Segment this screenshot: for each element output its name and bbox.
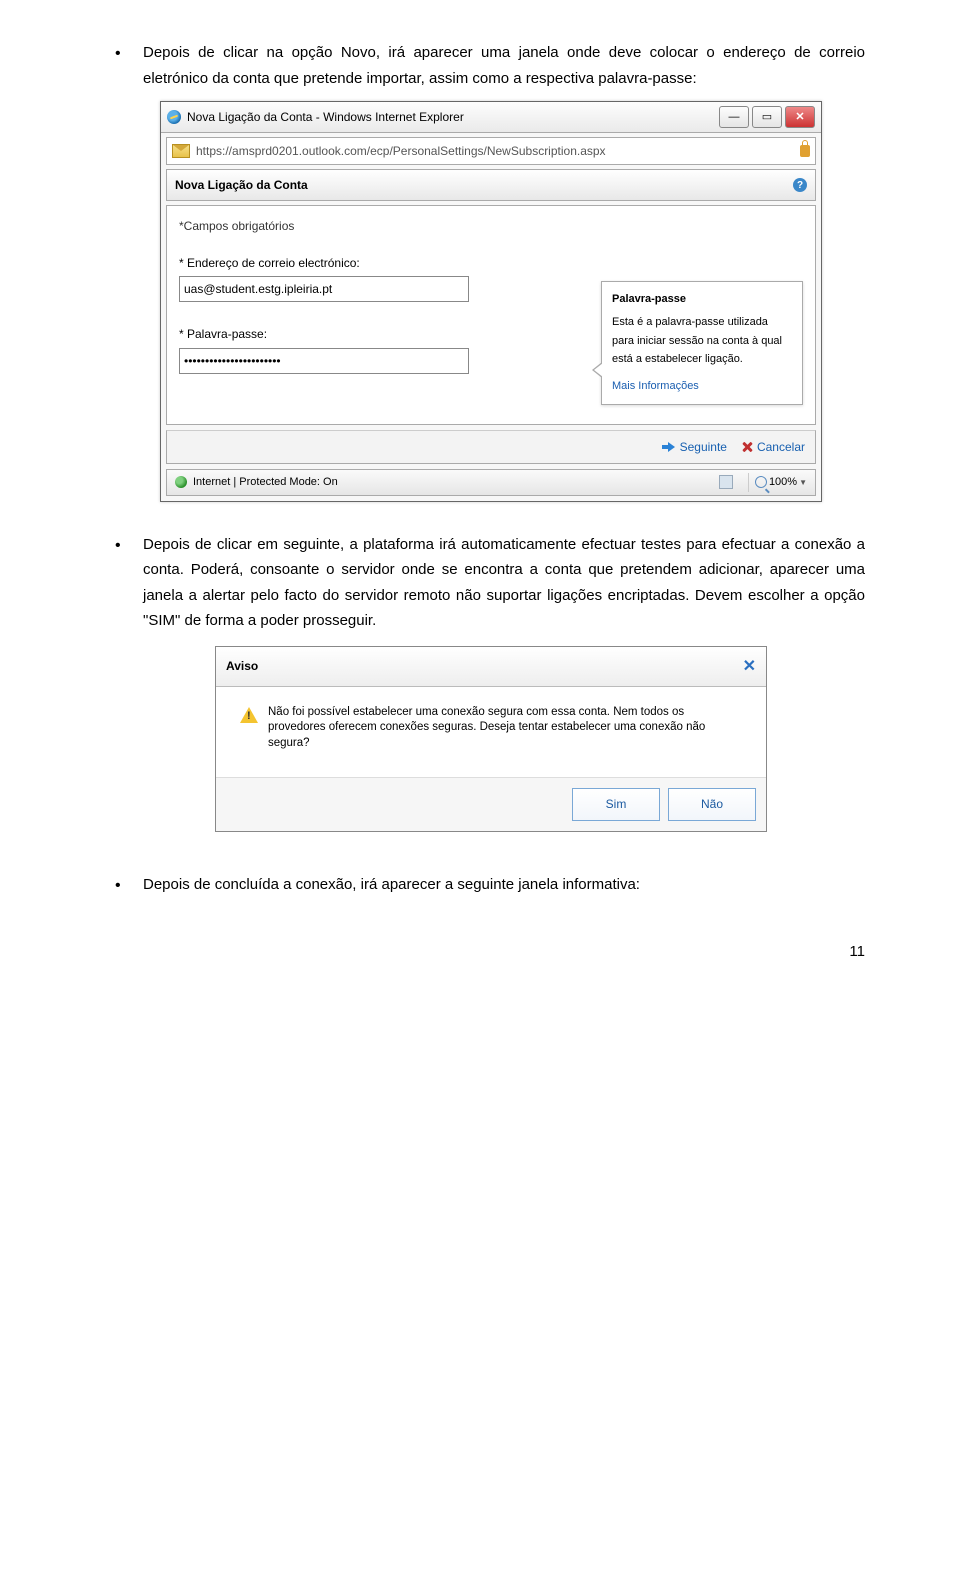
required-note: *Campos obrigatórios bbox=[179, 216, 803, 236]
outlook-icon bbox=[172, 144, 190, 158]
internet-zone-icon bbox=[175, 476, 187, 488]
window-titlebar: Nova Ligação da Conta - Windows Internet… bbox=[161, 102, 821, 133]
email-label: * Endereço de correio electrónico: bbox=[179, 253, 803, 273]
warning-triangle-icon bbox=[240, 707, 258, 723]
paragraph-text: Depois de clicar na opção Novo, irá apar… bbox=[143, 40, 865, 91]
dialog-title: Nova Ligação da Conta bbox=[175, 175, 308, 195]
yes-button[interactable]: Sim bbox=[572, 788, 660, 820]
page-number: 11 bbox=[115, 939, 865, 965]
email-field[interactable] bbox=[179, 276, 469, 302]
warning-header: Aviso ✕ bbox=[216, 647, 766, 687]
bullet-icon: • bbox=[115, 532, 143, 634]
zoom-dropdown[interactable]: 100% ▼ bbox=[748, 473, 807, 492]
tooltip-more-info-link[interactable]: Mais Informações bbox=[612, 377, 792, 396]
minimize-button[interactable]: — bbox=[719, 106, 749, 128]
paragraph-2: • Depois de clicar em seguinte, a plataf… bbox=[115, 532, 865, 634]
close-button[interactable]: ✕ bbox=[785, 106, 815, 128]
paragraph-1: • Depois de clicar na opção Novo, irá ap… bbox=[115, 40, 865, 91]
warning-message: Não foi possível estabelecer uma conexão… bbox=[268, 705, 742, 752]
password-tooltip: Palavra-passe Esta é a palavra-passe uti… bbox=[601, 281, 803, 404]
dialog-header: Nova Ligação da Conta ? bbox=[166, 169, 816, 201]
password-field[interactable] bbox=[179, 348, 469, 374]
arrow-right-icon bbox=[662, 442, 676, 452]
protected-mode-icon bbox=[719, 475, 733, 489]
url-text: https://amsprd0201.outlook.com/ecp/Perso… bbox=[196, 141, 794, 161]
form-body: *Campos obrigatórios * Endereço de corre… bbox=[166, 205, 816, 424]
address-bar[interactable]: https://amsprd0201.outlook.com/ecp/Perso… bbox=[166, 137, 816, 165]
tooltip-arrow-icon bbox=[592, 362, 602, 378]
help-icon[interactable]: ? bbox=[793, 178, 807, 192]
cancel-button-label: Cancelar bbox=[757, 437, 805, 457]
cancel-button[interactable]: Cancelar bbox=[741, 437, 805, 457]
window-title: Nova Ligação da Conta - Windows Internet… bbox=[187, 107, 716, 127]
zoom-icon bbox=[755, 476, 767, 488]
warning-dialog: Aviso ✕ Não foi possível estabelecer uma… bbox=[215, 646, 767, 832]
lock-icon bbox=[800, 145, 810, 157]
dialog-buttons: Seguinte Cancelar bbox=[166, 430, 816, 464]
no-button[interactable]: Não bbox=[668, 788, 756, 820]
bullet-icon: • bbox=[115, 872, 143, 899]
warning-title: Aviso bbox=[226, 656, 258, 676]
bullet-icon: • bbox=[115, 40, 143, 91]
status-text: Internet | Protected Mode: On bbox=[193, 473, 338, 492]
cancel-x-icon bbox=[741, 441, 753, 453]
paragraph-text: Depois de concluída a conexão, irá apare… bbox=[143, 872, 865, 899]
status-bar: Internet | Protected Mode: On 100% ▼ bbox=[166, 469, 816, 496]
zoom-value: 100% bbox=[769, 473, 797, 492]
next-button-label: Seguinte bbox=[680, 437, 727, 457]
ie-favicon-icon bbox=[167, 110, 181, 124]
close-icon[interactable]: ✕ bbox=[743, 653, 756, 680]
new-connection-window: Nova Ligação da Conta - Windows Internet… bbox=[160, 101, 822, 502]
tooltip-title: Palavra-passe bbox=[612, 290, 792, 309]
paragraph-text: Depois de clicar em seguinte, a platafor… bbox=[143, 532, 865, 634]
chevron-down-icon: ▼ bbox=[799, 476, 807, 490]
warning-buttons: Sim Não bbox=[216, 778, 766, 830]
paragraph-3: • Depois de concluída a conexão, irá apa… bbox=[115, 872, 865, 899]
window-buttons: — ▭ ✕ bbox=[716, 106, 815, 128]
maximize-button[interactable]: ▭ bbox=[752, 106, 782, 128]
next-button[interactable]: Seguinte bbox=[662, 437, 727, 457]
tooltip-body: Esta é a palavra-passe utilizada para in… bbox=[612, 313, 792, 369]
warning-body-row: Não foi possível estabelecer uma conexão… bbox=[216, 687, 766, 779]
